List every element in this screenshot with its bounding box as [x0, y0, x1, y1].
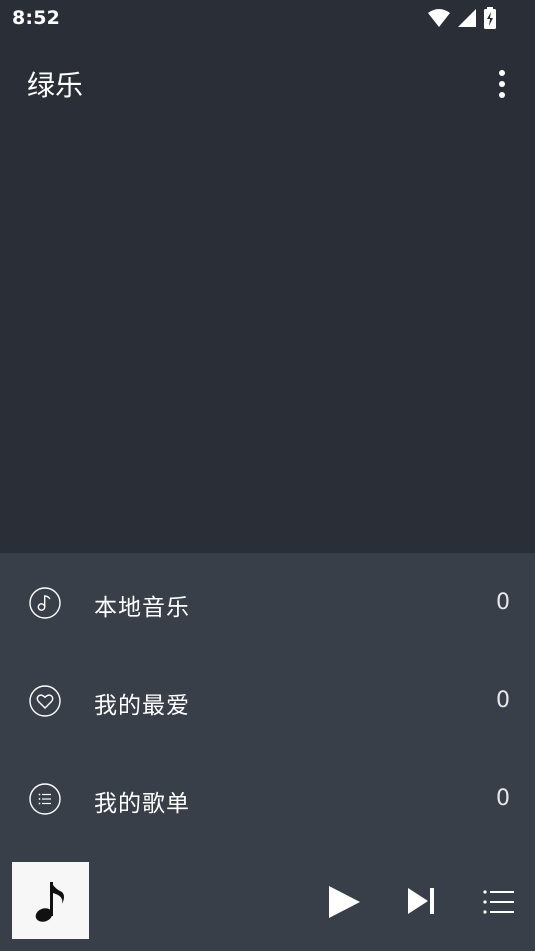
more-options-button[interactable]	[487, 64, 517, 104]
list-item-label: 本地音乐	[94, 595, 190, 621]
wifi-icon	[428, 9, 450, 27]
list-item-count: 0	[496, 590, 510, 615]
play-icon[interactable]	[324, 882, 364, 922]
status-bar: 8:52	[0, 0, 535, 36]
more-vert-icon-dot	[499, 81, 505, 87]
list-item-label: 我的歌单	[94, 791, 190, 817]
more-vert-icon-dot	[499, 92, 505, 98]
signal-icon	[458, 9, 476, 27]
music-note-icon	[35, 881, 64, 922]
app-title: 绿乐	[27, 69, 84, 102]
album-art[interactable]	[12, 862, 89, 939]
status-icons	[427, 7, 497, 29]
list-item-favorites[interactable]: 我的最爱 0	[0, 651, 535, 749]
music-note-icon	[29, 587, 61, 619]
more-vert-icon	[499, 70, 505, 76]
queue-list-icon[interactable]	[482, 888, 516, 916]
list-item-local-music[interactable]: 本地音乐 0	[0, 553, 535, 651]
library-list: 本地音乐 0 我的最爱 0 我的歌单 0	[0, 553, 535, 850]
list-item-count: 0	[496, 786, 510, 811]
playlist-icon	[29, 783, 61, 815]
list-item-count: 0	[496, 688, 510, 713]
battery-charging-icon	[484, 7, 496, 29]
list-item-playlists[interactable]: 我的歌单 0	[0, 749, 535, 847]
app-toolbar: 绿乐	[0, 36, 535, 130]
list-item-label: 我的最爱	[94, 693, 190, 719]
heart-icon	[29, 685, 61, 717]
content-area	[0, 130, 535, 553]
skip-next-icon[interactable]	[404, 884, 438, 918]
status-time: 8:52	[12, 7, 61, 29]
mini-player	[0, 850, 535, 951]
